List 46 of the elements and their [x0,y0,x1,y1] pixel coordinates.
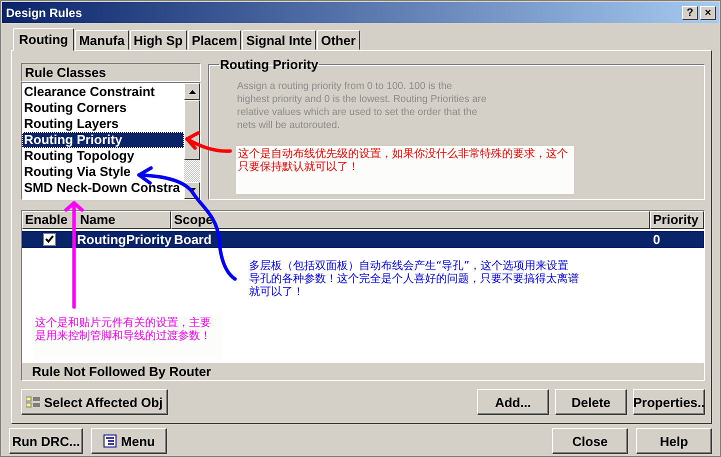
table-footer: Rule Not Followed By Router [22,362,704,380]
action-button[interactable]: Delete [555,389,627,415]
action-button[interactable]: Properties.. [633,389,705,415]
menu-icon [103,434,118,448]
description-text: Assign a routing priority from 0 to 100. 100 is the highest priority and 0 is the lowest. Routing Priorities are relative values which are used to set the order that the nets will be autorouted. [237,80,487,132]
window-title: Design Rules [6,6,82,20]
footer-button[interactable]: Help [636,428,712,454]
table-row[interactable]: RoutingPriority Board 0 [22,230,704,248]
annotation-note: 多层板（包括双面板）自动布线会产生“导孔”，这个选项用来设置导孔的各种参数！这个完全是个人喜好的问题，只要不要搞得太离谱就可以了！ [249,259,579,298]
annotation-note: 这个是自动布线优先级的设置，如果你没什么非常特殊的要求，这个只要保持默认就可以了！ [236,146,574,194]
title-bar-button[interactable]: ? [682,6,698,20]
list-heading: Rule Classes [21,63,201,82]
annotation-arrow [185,131,232,153]
title-bar-button[interactable]: × [700,6,716,20]
group-title: Routing Priority [219,57,320,72]
footer-button[interactable]: Menu [91,428,167,454]
column-header[interactable]: Name [74,210,171,229]
list-item[interactable]: Routing Via Style [22,164,184,180]
tab[interactable]: Placem [188,30,242,50]
tab[interactable]: Routing [13,28,74,51]
tab[interactable]: Signal Inte [242,30,316,50]
column-header[interactable]: Enable [22,210,74,229]
scrollbar[interactable] [184,83,200,199]
column-header[interactable]: Scope [171,210,650,229]
tab[interactable]: Other [316,30,360,50]
scroll-down-icon [188,188,196,192]
checkbox[interactable] [43,232,56,246]
annotation-note: 这个是和贴片元件有关的设置，主要是用来控制管脚和导线的过渡参数！ [33,315,223,359]
list-icon [26,396,40,408]
tab[interactable]: Manufa [75,30,129,50]
list-item[interactable]: SMD Neck-Down Constra [22,180,184,196]
column-header[interactable]: Priority [650,210,704,229]
footer-button[interactable]: Run DRC... [9,428,83,454]
list-item[interactable]: Routing Corners [22,100,184,116]
table-cell-text: 0 [652,230,662,248]
tab[interactable]: High Sp [130,30,187,50]
table-cell-text: RoutingPriority [76,230,171,248]
table-cell-text: Board [173,230,213,248]
select-button[interactable]: Select Affected Obj [21,389,168,415]
scroll-up-icon [188,90,196,94]
list-item[interactable]: Routing Layers [22,116,184,132]
list-item[interactable]: Routing Priority [22,132,184,148]
footer-button[interactable]: Close [552,428,628,454]
list-item[interactable]: Clearance Constraint [22,84,184,100]
list-item[interactable]: Routing Topology [22,148,184,164]
action-button[interactable]: Add... [477,389,549,415]
